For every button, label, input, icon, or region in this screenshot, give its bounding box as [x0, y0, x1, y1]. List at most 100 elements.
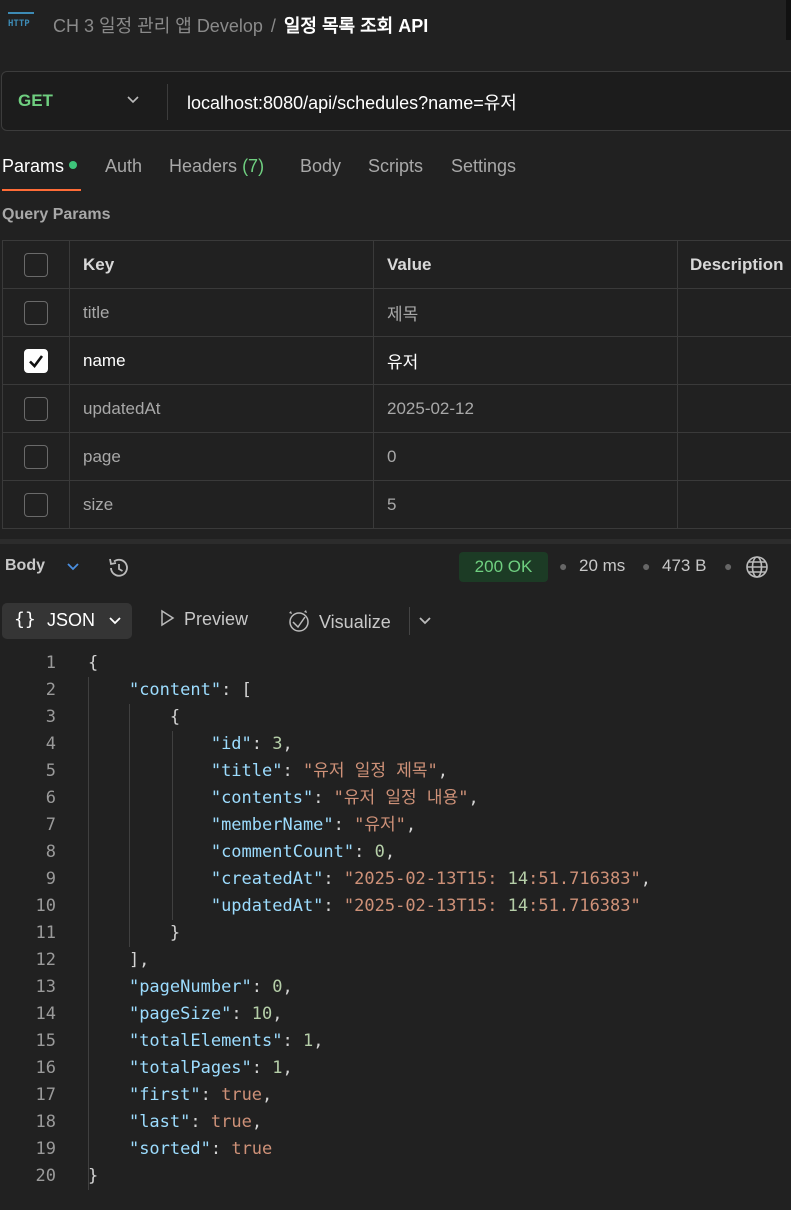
code-line: 1{ — [0, 650, 791, 677]
code-line: 7 "memberName": "유저", — [0, 812, 791, 839]
meta-separator: ● — [642, 558, 651, 574]
param-value[interactable]: 제목 — [373, 288, 678, 337]
method-select[interactable]: GET — [18, 91, 53, 111]
active-tab-underline — [2, 189, 81, 191]
line-number: 13 — [35, 977, 56, 997]
line-number: 20 — [35, 1166, 56, 1186]
url-divider — [167, 84, 168, 120]
param-description[interactable] — [677, 480, 791, 529]
breadcrumb: CH 3 일정 관리 앱 Develop / 일정 목록 조회 API — [53, 12, 428, 38]
json-format-dropdown[interactable]: {} JSON — [2, 603, 132, 639]
line-number: 6 — [45, 788, 56, 808]
chevron-down-icon[interactable] — [418, 614, 432, 628]
meta-separator: ● — [724, 558, 733, 574]
code-text: "id": 3, — [210, 734, 293, 754]
code-line: 16 "totalPages": 1, — [0, 1055, 791, 1082]
param-description[interactable] — [677, 288, 791, 337]
tab-scripts[interactable]: Scripts — [368, 156, 423, 177]
line-number: 7 — [45, 815, 56, 835]
param-checkbox[interactable] — [24, 492, 48, 517]
tab-headers[interactable]: Headers (7) — [169, 156, 264, 177]
response-size[interactable]: 473 B — [662, 556, 706, 576]
response-time[interactable]: 20 ms — [579, 556, 625, 576]
line-number: 8 — [45, 842, 56, 862]
response-body-dropdown[interactable]: Body — [5, 557, 45, 575]
code-text: "first": true, — [128, 1085, 273, 1105]
response-code-view[interactable]: 1{2 "content": [3 {4 "id": 3, 5 "title": … — [0, 650, 791, 1190]
chevron-down-icon[interactable] — [65, 559, 81, 575]
code-line: 9 "createdAt": "2025-02-13T15: 14:51.716… — [0, 866, 791, 893]
line-number: 4 — [45, 734, 56, 754]
line-number: 17 — [35, 1085, 56, 1105]
globe-icon[interactable] — [745, 555, 769, 579]
code-text: "sorted": true — [128, 1139, 273, 1159]
line-number: 18 — [35, 1112, 56, 1132]
param-key[interactable]: size — [69, 480, 374, 529]
line-number: 3 — [45, 707, 56, 727]
table-row: name 유저 — [2, 336, 791, 385]
line-number: 12 — [35, 950, 56, 970]
preview-button[interactable]: Preview — [158, 609, 248, 630]
code-text: "contents": "유저 일정 내용", — [210, 788, 479, 808]
code-line: 18 "last": true, — [0, 1109, 791, 1136]
visualize-icon — [289, 610, 309, 632]
http-icon: HTTP — [8, 12, 36, 36]
params-active-dot — [69, 161, 78, 170]
param-checkbox[interactable] — [24, 300, 48, 325]
table-row: updatedAt 2025-02-12 — [2, 384, 791, 433]
pane-resize-handle[interactable] — [0, 539, 791, 544]
code-line: 12 ], — [0, 947, 791, 974]
query-params-table: Key Value Description title 제목 name 유저 u… — [2, 240, 791, 529]
table-row: size 5 — [2, 480, 791, 529]
tab-settings[interactable]: Settings — [451, 156, 516, 177]
line-number: 15 — [35, 1031, 56, 1051]
param-value[interactable]: 유저 — [373, 336, 678, 385]
code-line: 4 "id": 3, — [0, 731, 791, 758]
code-text: "title": "유저 일정 제목", — [210, 761, 448, 781]
status-badge[interactable]: 200 OK — [459, 552, 548, 582]
code-text: } — [88, 1166, 99, 1186]
table-header-row: Key Value Description — [2, 240, 791, 289]
param-checkbox[interactable] — [24, 348, 48, 373]
param-value[interactable]: 0 — [373, 432, 678, 481]
param-value[interactable]: 2025-02-12 — [373, 384, 678, 433]
param-checkbox[interactable] — [24, 444, 48, 469]
column-value: Value — [373, 240, 678, 289]
code-line: 15 "totalElements": 1, — [0, 1028, 791, 1055]
param-key[interactable]: updatedAt — [69, 384, 374, 433]
param-description[interactable] — [677, 432, 791, 481]
headers-count: (7) — [242, 156, 265, 176]
braces-icon: {} — [14, 609, 36, 630]
breadcrumb-collection[interactable]: CH 3 일정 관리 앱 Develop — [53, 16, 263, 36]
code-line: 5 "title": "유저 일정 제목", — [0, 758, 791, 785]
tab-body[interactable]: Body — [300, 156, 341, 177]
code-text: ], — [88, 950, 150, 970]
chevron-down-icon[interactable] — [126, 93, 140, 107]
code-line: 17 "first": true, — [0, 1082, 791, 1109]
table-row: page 0 — [2, 432, 791, 481]
url-input[interactable]: localhost:8080/api/schedules?name=유저 — [187, 89, 517, 115]
param-key[interactable]: name — [69, 336, 374, 385]
line-number: 16 — [35, 1058, 56, 1078]
code-line: 14 "pageSize": 10, — [0, 1001, 791, 1028]
select-all-checkbox[interactable] — [24, 252, 48, 277]
tab-auth[interactable]: Auth — [105, 156, 142, 177]
code-line: 8 "commentCount": 0, — [0, 839, 791, 866]
param-value[interactable]: 5 — [373, 480, 678, 529]
code-text: "last": true, — [128, 1112, 263, 1132]
line-number: 10 — [35, 896, 56, 916]
code-text: "updatedAt": "2025-02-13T15: 14:51.71638… — [210, 896, 641, 916]
param-key[interactable]: page — [69, 432, 374, 481]
param-key[interactable]: title — [69, 288, 374, 337]
query-params-title: Query Params — [2, 206, 111, 223]
tab-params[interactable]: Params — [2, 156, 78, 177]
param-description[interactable] — [677, 336, 791, 385]
param-description[interactable] — [677, 384, 791, 433]
visualize-button[interactable]: Visualize — [287, 609, 391, 633]
param-checkbox[interactable] — [24, 396, 48, 421]
table-row: title 제목 — [2, 288, 791, 337]
history-icon[interactable] — [106, 555, 132, 581]
request-title[interactable]: 일정 목록 조회 API — [284, 16, 428, 36]
code-line: 10 "updatedAt": "2025-02-13T15: 14:51.71… — [0, 893, 791, 920]
line-number: 14 — [35, 1004, 56, 1024]
